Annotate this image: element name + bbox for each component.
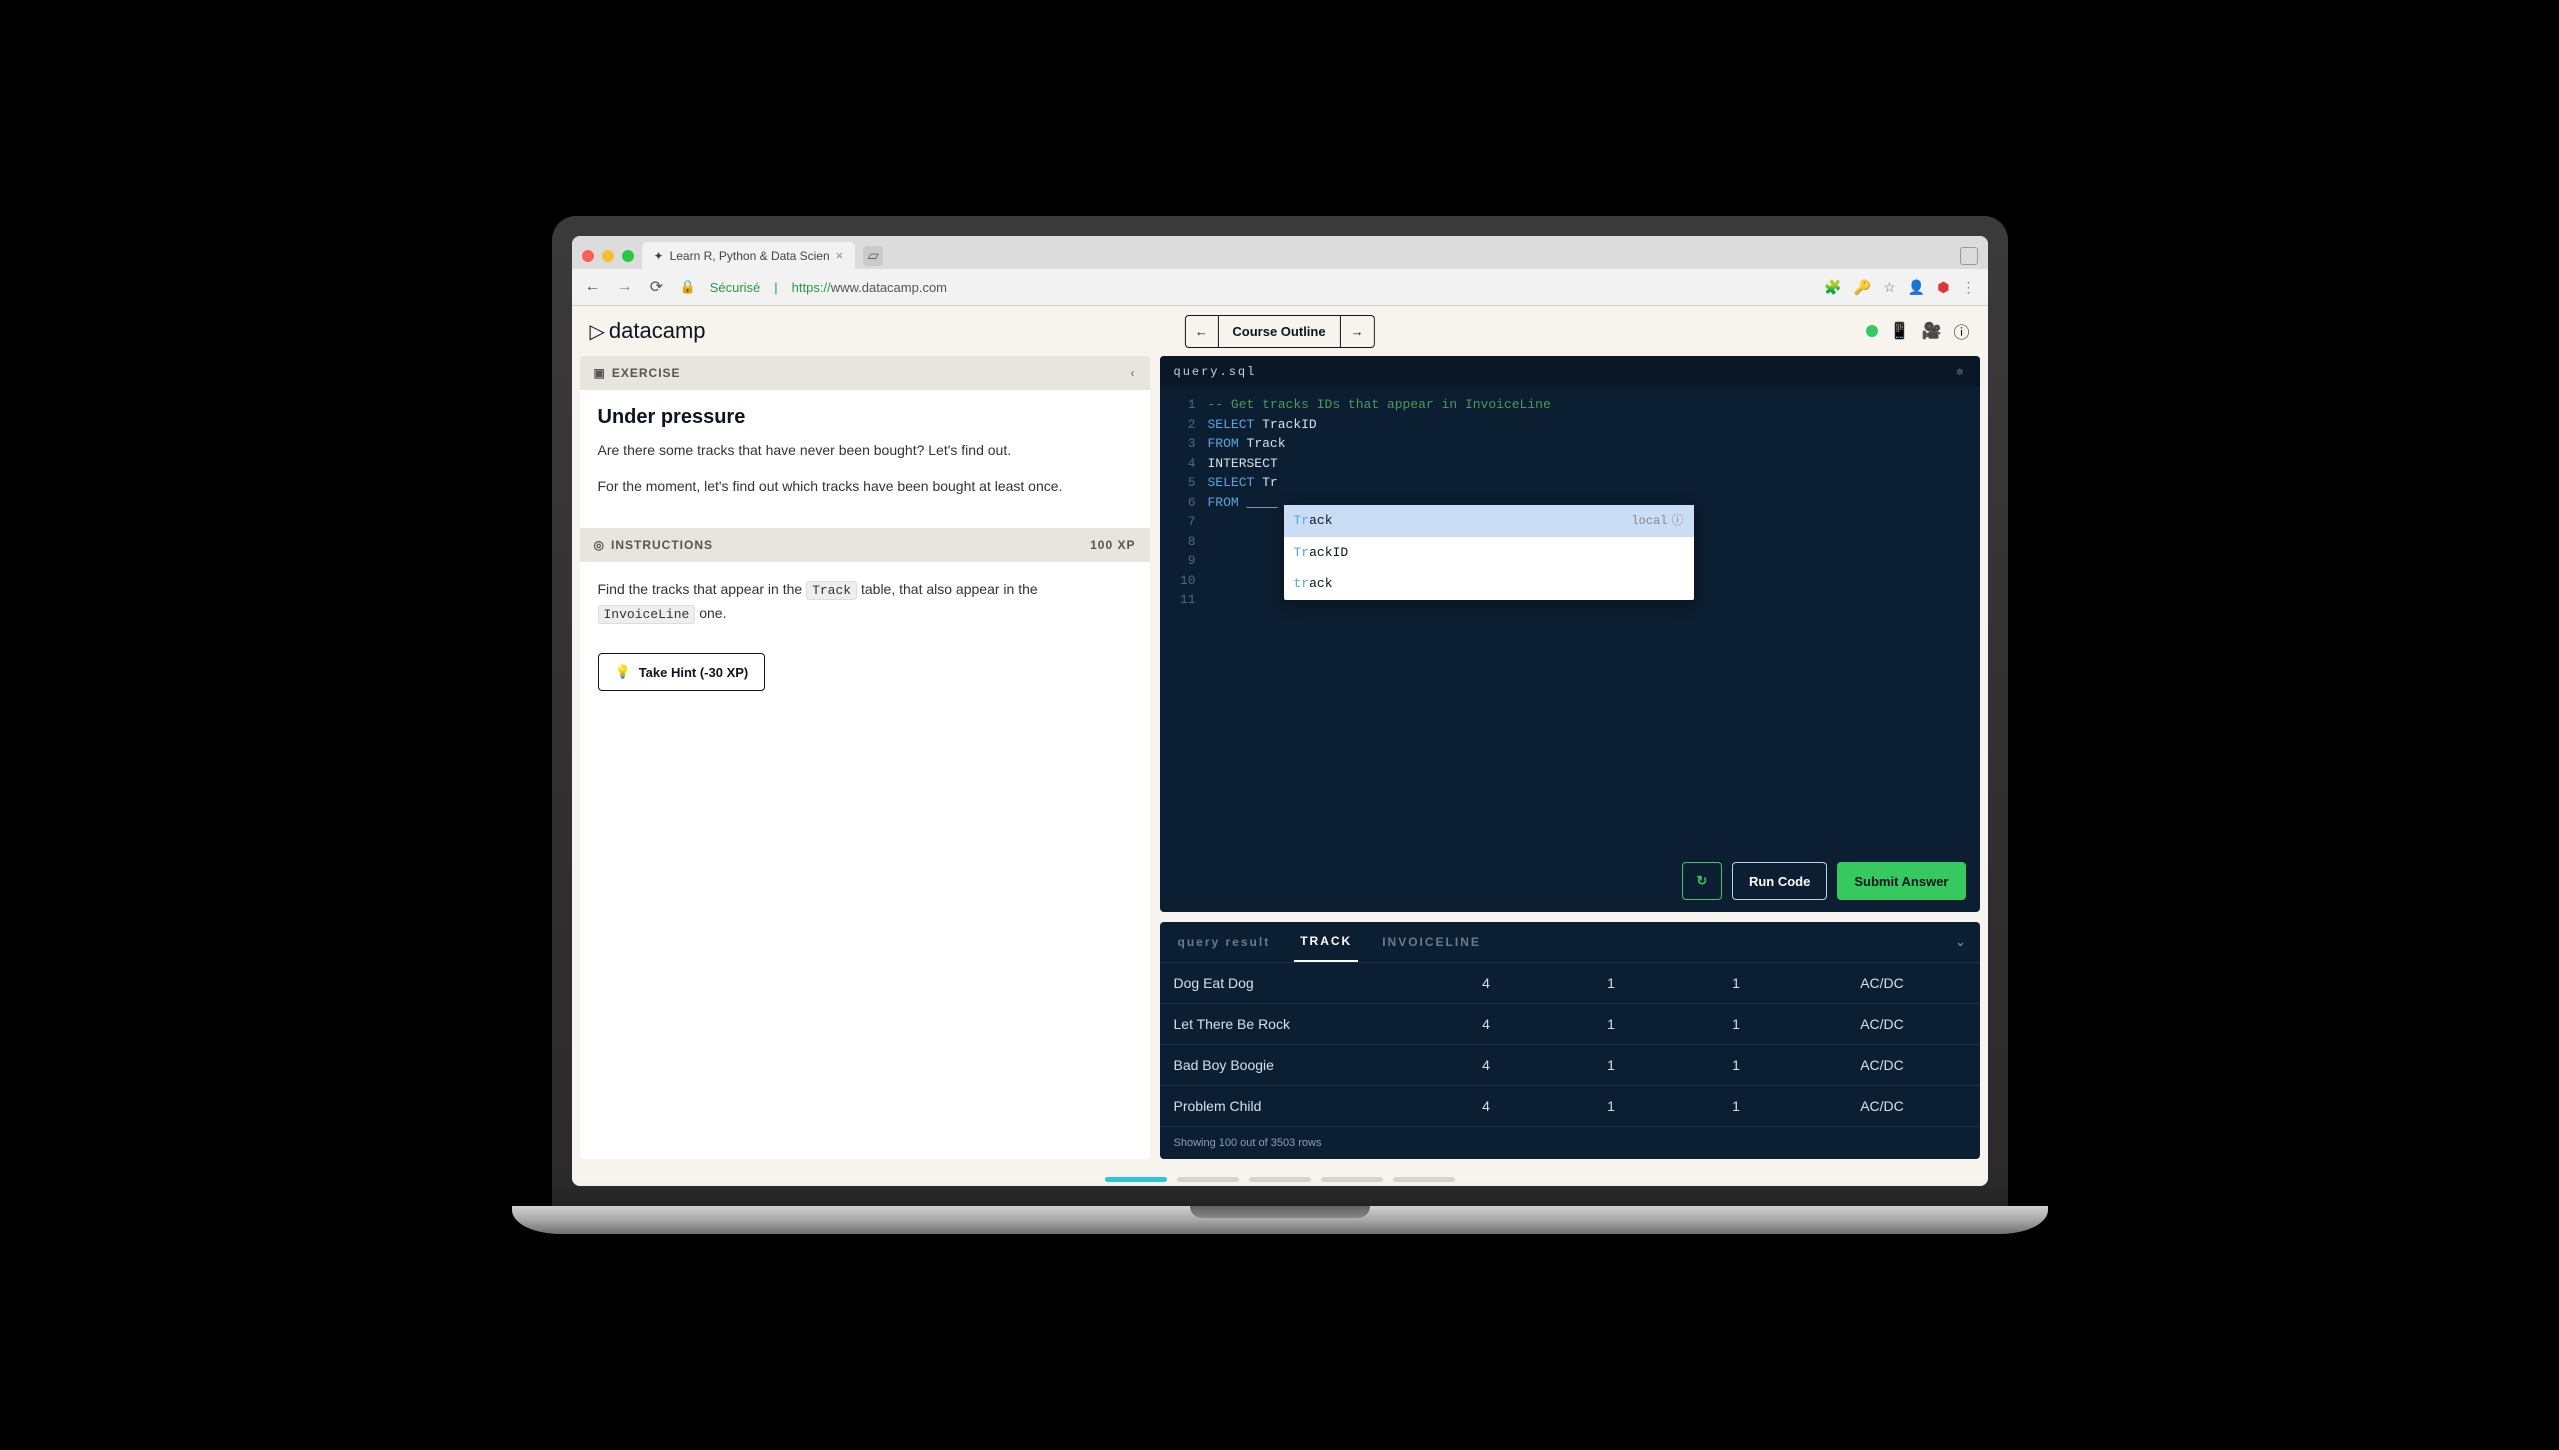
profile-icon[interactable]: 👤 (1908, 279, 1925, 296)
logo-icon: ▷ (590, 319, 605, 344)
exercise-paragraph: For the moment, let's find out which tra… (598, 475, 1132, 497)
mobile-icon[interactable]: 📱 (1890, 321, 1910, 341)
progress-segment[interactable] (1393, 1177, 1455, 1182)
tab-favicon-icon: ✦ (654, 249, 664, 263)
collapse-icon[interactable]: ‹ (1131, 366, 1136, 380)
reset-icon: ↻ (1697, 873, 1708, 889)
submit-answer-button[interactable]: Submit Answer (1837, 862, 1965, 900)
tab-title: Learn R, Python & Data Scien (670, 249, 830, 263)
instructions-text: Find the tracks that appear in the Track… (598, 578, 1132, 626)
browser-tab[interactable]: ✦ Learn R, Python & Data Scien × (642, 242, 856, 269)
progress-segment[interactable] (1249, 1177, 1311, 1182)
adblock-icon[interactable]: ⬢ (1937, 279, 1949, 296)
prev-exercise-button[interactable]: ← (1184, 315, 1218, 348)
take-hint-button[interactable]: 💡 Take Hint (-30 XP) (598, 653, 766, 691)
reload-button[interactable]: ⟳ (648, 277, 666, 297)
editor-settings-icon[interactable]: ✲ (1956, 364, 1965, 379)
progress-segment[interactable] (1105, 1177, 1167, 1182)
progress-bar (572, 1167, 1988, 1186)
instructions-header: ◎ INSTRUCTIONS 100 XP (580, 528, 1150, 562)
extension-icon[interactable]: 🧩 (1824, 279, 1841, 296)
tab-track[interactable]: TRACK (1294, 922, 1358, 962)
course-outline-button[interactable]: Course Outline (1218, 315, 1340, 348)
window-maximize-icon[interactable] (622, 250, 634, 262)
progress-segment[interactable] (1321, 1177, 1383, 1182)
hint-icon: 💡 (615, 664, 631, 680)
xp-badge: 100 XP (1090, 538, 1135, 552)
bookmark-icon[interactable]: ☆ (1883, 279, 1896, 296)
table-row: Bad Boy Boogie411AC/DC (1160, 1044, 1980, 1085)
video-icon[interactable]: 🎥 (1922, 321, 1942, 341)
code-editor[interactable]: 1-- Get tracks IDs that appear in Invoic… (1160, 387, 1980, 850)
autocomplete-option[interactable]: TrackID (1284, 537, 1694, 569)
back-button[interactable]: ← (584, 278, 602, 296)
autocomplete-option[interactable]: Track localⓘ (1284, 505, 1694, 537)
new-tab-button[interactable]: ▱ (863, 246, 883, 266)
results-footer: Showing 100 out of 3503 rows (1160, 1126, 1980, 1159)
exercise-header: ▣ EXERCISE ‹ (580, 356, 1150, 390)
address-bar: ← → ⟳ 🔒 Sécurisé | https://www.datacamp.… (572, 269, 1988, 306)
status-online-icon (1866, 325, 1878, 337)
autocomplete-popup: Track localⓘ TrackID track (1284, 505, 1694, 600)
info-icon[interactable]: ⓘ (1953, 319, 1969, 343)
autocomplete-option[interactable]: track (1284, 568, 1694, 600)
window-minimize-icon[interactable] (602, 250, 614, 262)
exercise-paragraph: Are there some tracks that have never be… (598, 439, 1132, 461)
tab-close-icon[interactable]: × (836, 248, 844, 263)
browser-tab-bar: ✦ Learn R, Python & Data Scien × ▱ (572, 236, 1988, 269)
tab-query-result[interactable]: query result (1172, 923, 1277, 961)
next-exercise-button[interactable]: → (1341, 315, 1375, 348)
table-row: Dog Eat Dog411AC/DC (1160, 962, 1980, 1003)
exercise-title: Under pressure (598, 406, 1132, 429)
forward-button[interactable]: → (616, 278, 634, 296)
run-code-button[interactable]: Run Code (1732, 862, 1827, 900)
list-icon: ▣ (594, 366, 606, 380)
secure-label: Sécurisé (710, 280, 761, 295)
progress-segment[interactable] (1177, 1177, 1239, 1182)
url-text[interactable]: https://www.datacamp.com (792, 280, 947, 295)
chevron-down-icon[interactable]: ⌄ (1955, 935, 1967, 949)
reset-code-button[interactable]: ↻ (1682, 862, 1722, 900)
target-icon: ◎ (594, 538, 605, 552)
editor-filename[interactable]: query.sql (1174, 365, 1257, 379)
table-row: Let There Be Rock411AC/DC (1160, 1003, 1980, 1044)
menu-icon[interactable]: ⋮ (1962, 279, 1976, 296)
window-close-icon[interactable] (582, 250, 594, 262)
tab-invoiceline[interactable]: INVOICELINE (1376, 923, 1487, 961)
lock-icon: 🔒 (680, 279, 696, 295)
datacamp-logo[interactable]: ▷ datacamp (590, 318, 706, 344)
key-icon[interactable]: 🔑 (1854, 279, 1871, 296)
info-icon: ⓘ (1671, 512, 1683, 530)
browser-extension-icon[interactable] (1960, 247, 1978, 265)
table-row: Problem Child411AC/DC (1160, 1085, 1980, 1126)
